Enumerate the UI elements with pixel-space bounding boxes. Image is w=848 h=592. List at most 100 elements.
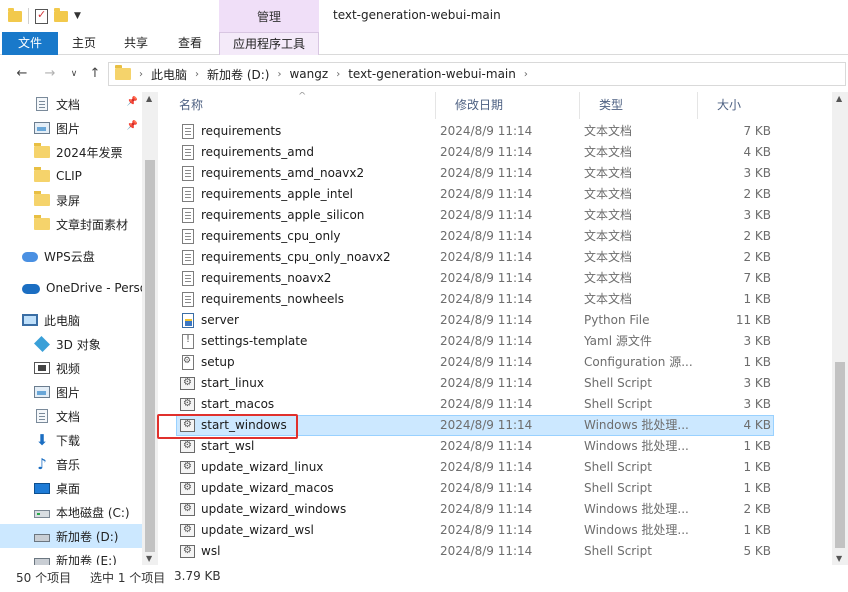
- 3d-objects-icon: [34, 336, 50, 352]
- sidebar-item[interactable]: 文档 📌: [0, 92, 142, 116]
- file-row[interactable]: wsl 2024/8/9 11:14 Shell Script 5 KB: [176, 541, 774, 562]
- file-size: 7 KB: [743, 124, 771, 138]
- file-type: Python File: [584, 313, 650, 327]
- drive-e-icon: [34, 558, 50, 565]
- file-type: Windows 批处理...: [584, 418, 689, 432]
- forward-arrow-icon[interactable]: →: [40, 64, 60, 84]
- divider: [28, 8, 29, 24]
- file-row[interactable]: start_linux 2024/8/9 11:14 Shell Script 3 K…: [176, 373, 774, 394]
- file-row[interactable]: requirements_apple_silicon 2024/8/9 11:14…: [176, 205, 774, 226]
- sidebar-item[interactable]: 新加卷 (D:): [0, 524, 142, 548]
- tab-share[interactable]: 共享: [114, 32, 158, 55]
- file-row[interactable]: update_wizard_macos 2024/8/9 11:14 Shell S…: [176, 478, 774, 499]
- sidebar-item[interactable]: OneDrive - Personal: [0, 276, 142, 300]
- file-row[interactable]: requirements_cpu_only_noavx2 2024/8/9 11:…: [176, 247, 774, 268]
- file-row[interactable]: start_macos 2024/8/9 11:14 Shell Script 3 K…: [176, 394, 774, 415]
- column-date[interactable]: 修改日期: [436, 92, 580, 119]
- scroll-down-icon[interactable]: ▼: [836, 554, 842, 563]
- file-row[interactable]: requirements_cpu_only 2024/8/9 11:14 文本文档 2…: [176, 226, 774, 247]
- file-row[interactable]: requirements_amd 2024/8/9 11:14 文本文档 4 KB: [176, 142, 774, 163]
- sidebar-item[interactable]: 录屏: [0, 188, 142, 212]
- chevron-right-icon[interactable]: ›: [139, 69, 143, 80]
- sidebar-item[interactable]: 本地磁盘 (C:): [0, 500, 142, 524]
- sidebar-item[interactable]: 视频: [0, 356, 142, 380]
- column-size[interactable]: 大小: [698, 92, 774, 119]
- scrollbar-thumb[interactable]: [835, 362, 845, 548]
- file-row[interactable]: update_wizard_linux 2024/8/9 11:14 Shell S…: [176, 457, 774, 478]
- chevron-right-icon[interactable]: ›: [277, 69, 281, 80]
- sidebar-item[interactable]: 新加卷 (E:): [0, 548, 142, 565]
- chevron-right-icon[interactable]: ›: [336, 69, 340, 80]
- sidebar-item[interactable]: CLIP: [0, 164, 142, 188]
- ribbon-tabs: 文件 主页 共享 查看 应用程序工具: [0, 32, 848, 55]
- chevron-right-icon[interactable]: ›: [195, 69, 199, 80]
- file-row[interactable]: requirements_amd_noavx2 2024/8/9 11:14 文本文…: [176, 163, 774, 184]
- file-row[interactable]: start_windows 2024/8/9 11:14 Windows 批处理..…: [176, 415, 774, 436]
- file-row[interactable]: update_wizard_wsl 2024/8/9 11:14 Windows 批…: [176, 520, 774, 541]
- address-bar[interactable]: › 此电脑 › 新加卷 (D:) › wangz › text-generati…: [108, 62, 846, 86]
- chevron-down-icon[interactable]: ▼: [74, 11, 81, 21]
- file-name: settings-template: [201, 334, 308, 348]
- sidebar-item[interactable]: 文档: [0, 404, 142, 428]
- file-row[interactable]: settings-template 2024/8/9 11:14 Yaml 源文件 3…: [176, 331, 774, 352]
- scroll-up-icon[interactable]: ▲: [836, 94, 842, 103]
- new-folder-icon[interactable]: [54, 7, 68, 22]
- tab-file[interactable]: 文件: [2, 32, 58, 55]
- file-size: 5 KB: [743, 544, 771, 558]
- file-row[interactable]: requirements_nowheels 2024/8/9 11:14 文本文档 1…: [176, 289, 774, 310]
- file-row[interactable]: setup 2024/8/9 11:14 Configuration 源... 1 K…: [176, 352, 774, 373]
- file-type: Shell Script: [584, 397, 652, 411]
- file-row[interactable]: start_wsl 2024/8/9 11:14 Windows 批处理... 1 K…: [176, 436, 774, 457]
- file-name: server: [201, 313, 239, 327]
- column-name[interactable]: ^ 名称: [160, 92, 436, 119]
- sidebar-item[interactable]: WPS云盘: [0, 244, 142, 268]
- sidebar-item[interactable]: 3D 对象: [0, 332, 142, 356]
- sort-ascending-icon: ^: [298, 92, 307, 102]
- sidebar-item[interactable]: 桌面: [0, 476, 142, 500]
- scroll-down-icon[interactable]: ▼: [146, 554, 152, 563]
- file-name: start_linux: [201, 376, 264, 390]
- breadcrumb-current-folder[interactable]: text-generation-webui-main: [348, 67, 516, 81]
- document-icon: [36, 409, 48, 423]
- tab-home[interactable]: 主页: [62, 32, 106, 55]
- file-size: 2 KB: [743, 187, 771, 201]
- sidebar-item[interactable]: ♪ 音乐: [0, 452, 142, 476]
- sidebar-item[interactable]: 图片 📌: [0, 116, 142, 140]
- back-arrow-icon[interactable]: ←: [12, 64, 32, 84]
- script-file-icon: [180, 419, 195, 432]
- file-list-scrollbar[interactable]: ▲ ▼: [832, 92, 848, 565]
- pictures-icon: [34, 386, 50, 398]
- sidebar-item[interactable]: 2024年发票: [0, 140, 142, 164]
- text-file-icon: [182, 229, 194, 244]
- scrollbar-thumb[interactable]: [145, 160, 155, 552]
- sidebar-item[interactable]: 此电脑: [0, 308, 142, 332]
- breadcrumb-wangz[interactable]: wangz: [289, 67, 328, 81]
- script-file-icon: [180, 398, 195, 411]
- sidebar-item[interactable]: ⬇ 下载: [0, 428, 142, 452]
- scroll-up-icon[interactable]: ▲: [146, 94, 152, 103]
- tab-manage[interactable]: 管理: [219, 0, 319, 32]
- recent-locations-chevron-icon[interactable]: ∨: [64, 64, 84, 84]
- breadcrumb-this-pc[interactable]: 此电脑: [151, 66, 187, 83]
- nav-scrollbar[interactable]: ▲ ▼: [142, 92, 158, 565]
- file-row[interactable]: requirements_noavx2 2024/8/9 11:14 文本文档 7 K…: [176, 268, 774, 289]
- tab-view[interactable]: 查看: [168, 32, 212, 55]
- file-row[interactable]: update_wizard_windows 2024/8/9 11:14 Windo…: [176, 499, 774, 520]
- file-row[interactable]: requirements_apple_intel 2024/8/9 11:14 文本…: [176, 184, 774, 205]
- chevron-right-icon[interactable]: ›: [524, 69, 528, 80]
- up-arrow-icon[interactable]: ↑: [85, 64, 105, 84]
- sidebar-item[interactable]: 图片: [0, 380, 142, 404]
- file-row[interactable]: server 2024/8/9 11:14 Python File 11 KB: [176, 310, 774, 331]
- column-name-label: 名称: [179, 98, 204, 112]
- column-type[interactable]: 类型: [580, 92, 698, 119]
- file-row[interactable]: requirements 2024/8/9 11:14 文本文档 7 KB: [176, 121, 774, 142]
- text-file-icon: [182, 208, 194, 223]
- tab-application-tools[interactable]: 应用程序工具: [219, 32, 319, 55]
- file-type: 文本文档: [584, 145, 633, 159]
- folder-icon: [34, 167, 50, 182]
- file-date: 2024/8/9 11:14: [440, 397, 533, 411]
- sidebar-item[interactable]: 文章封面素材: [0, 212, 142, 236]
- properties-icon[interactable]: [35, 8, 48, 24]
- file-name: requirements: [201, 124, 282, 138]
- breadcrumb-drive-d[interactable]: 新加卷 (D:): [207, 66, 269, 83]
